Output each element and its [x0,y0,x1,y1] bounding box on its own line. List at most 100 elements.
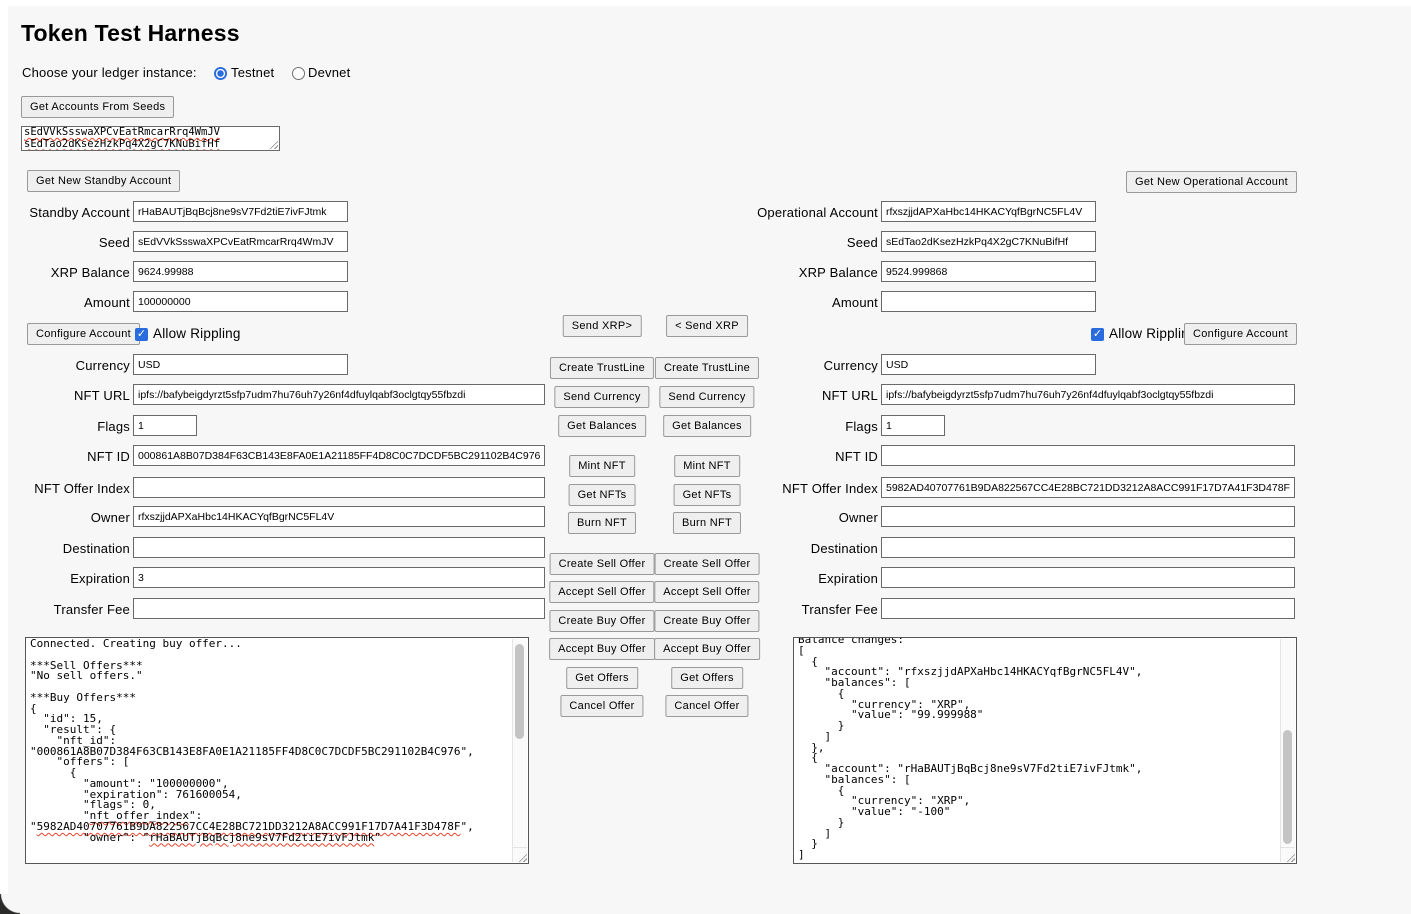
standby-get-balances-button[interactable]: Get Balances [558,415,646,437]
operational-destination-input[interactable] [881,537,1295,558]
operational-accept-buy-offer-button[interactable]: Accept Buy Offer [654,638,760,660]
standby-seed-label: Seed [0,235,130,250]
standby-xrp-balance-input[interactable] [133,261,348,282]
standby-send-currency-button[interactable]: Send Currency [554,386,649,408]
operational-seed-label: Seed [738,235,878,250]
standby-standby-account-input[interactable] [133,201,348,222]
operational-get-offers-button[interactable]: Get Offers [671,667,743,689]
standby-standby-account-label: Standby Account [0,205,130,220]
operational-send-currency-button[interactable]: Send Currency [659,386,754,408]
standby-allow-rippling-label: Allow Rippling [153,326,241,341]
standby-amount-input[interactable] [133,291,348,312]
operational-results-scrollbar[interactable] [1280,639,1295,862]
operational-cancel-offer-button[interactable]: Cancel Offer [665,695,748,717]
radio-devnet-label: Devnet [308,65,350,80]
standby-xrp-balance-label: XRP Balance [0,265,130,280]
get-new-standby-account-button[interactable]: Get New Standby Account [27,170,180,192]
standby-nft-offer-index-label: NFT Offer Index [0,481,130,496]
operational-get-nfts-button[interactable]: Get NFTs [674,484,741,506]
standby-transfer-fee-input[interactable] [133,598,545,619]
operational-xrp-balance-label: XRP Balance [738,265,878,280]
get-accounts-from-seeds-button[interactable]: Get Accounts From Seeds [21,96,174,118]
standby-get-offers-button[interactable]: Get Offers [566,667,638,689]
standby-destination-input[interactable] [133,537,545,558]
operational-allow-rippling-checkbox[interactable] [1091,328,1104,341]
standby-owner-label: Owner [0,510,130,525]
standby-results-text: Connected. Creating buy offer... ***Sell… [26,638,528,844]
window-corner [0,894,20,914]
operational-amount-label: Amount [738,295,878,310]
standby-nft-id-input[interactable] [133,445,545,466]
standby-send-xrp-button[interactable]: Send XRP> [563,315,642,337]
operational-results-box[interactable]: Balance changes: [ { "account": "rfxszjj… [793,637,1297,864]
operational-get-balances-button[interactable]: Get Balances [663,415,751,437]
operational-mint-nft-button[interactable]: Mint NFT [674,455,740,477]
operational-amount-input[interactable] [881,291,1096,312]
operational-flags-input[interactable] [881,415,945,436]
ledger-instance-prompt: Choose your ledger instance: [22,65,197,80]
standby-create-sell-offer-button[interactable]: Create Sell Offer [550,553,655,575]
operational-burn-nft-button[interactable]: Burn NFT [673,512,741,534]
standby-transfer-fee-label: Transfer Fee [0,602,130,617]
standby-seed-input[interactable] [133,231,348,252]
operational-transfer-fee-input[interactable] [881,598,1295,619]
operational-create-buy-offer-button[interactable]: Create Buy Offer [654,610,759,632]
operational-seed-input[interactable] [881,231,1096,252]
operational-owner-label: Owner [738,510,878,525]
standby-amount-label: Amount [0,295,130,310]
standby-create-buy-offer-button[interactable]: Create Buy Offer [549,610,654,632]
standby-flags-input[interactable] [133,415,197,436]
operational-nft-url-input[interactable] [881,384,1295,405]
standby-flags-label: Flags [0,419,130,434]
standby-configure-account-button[interactable]: Configure Account [27,323,140,345]
standby-allow-rippling-checkbox[interactable] [135,328,148,341]
standby-currency-input[interactable] [133,354,348,375]
standby-accept-buy-offer-button[interactable]: Accept Buy Offer [549,638,655,660]
standby-expiration-label: Expiration [0,571,130,586]
standby-mint-nft-button[interactable]: Mint NFT [569,455,635,477]
standby-burn-nft-button[interactable]: Burn NFT [568,512,636,534]
get-new-operational-account-button[interactable]: Get New Operational Account [1126,171,1297,193]
operational-send-xrp-button[interactable]: < Send XRP [666,315,748,337]
standby-nft-id-label: NFT ID [0,449,130,464]
standby-destination-label: Destination [0,541,130,556]
operational-flags-label: Flags [738,419,878,434]
standby-cancel-offer-button[interactable]: Cancel Offer [560,695,643,717]
standby-results-scrollbar-thumb[interactable] [515,644,524,739]
standby-create-trustline-button[interactable]: Create TrustLine [550,357,654,379]
operational-nft-offer-index-input[interactable] [881,477,1295,498]
radio-testnet-label: Testnet [231,65,274,80]
operational-nft-url-label: NFT URL [738,388,878,403]
radio-devnet[interactable] [292,67,305,80]
operational-xrp-balance-input[interactable] [881,261,1096,282]
standby-accept-sell-offer-button[interactable]: Accept Sell Offer [549,581,654,603]
standby-get-nfts-button[interactable]: Get NFTs [569,484,636,506]
operational-create-sell-offer-button[interactable]: Create Sell Offer [655,553,760,575]
standby-nft-url-label: NFT URL [0,388,130,403]
standby-nft-offer-index-input[interactable] [133,477,545,498]
operational-accept-sell-offer-button[interactable]: Accept Sell Offer [654,581,759,603]
operational-create-trustline-button[interactable]: Create TrustLine [655,357,759,379]
operational-operational-account-input[interactable] [881,201,1096,222]
page-title: Token Test Harness [21,20,240,47]
seeds-textarea[interactable]: sEdVVkSsswaXPCvEatRmcarRrq4WmJV sEdTao2d… [21,126,280,151]
radio-testnet[interactable] [214,67,227,80]
operational-results-scrollbar-thumb[interactable] [1283,730,1292,844]
standby-currency-label: Currency [0,358,130,373]
operational-currency-input[interactable] [881,354,1096,375]
operational-nft-id-label: NFT ID [738,449,878,464]
operational-nft-id-input[interactable] [881,445,1295,466]
standby-results-box[interactable]: Connected. Creating buy offer... ***Sell… [25,637,529,864]
operational-results-text: Balance changes: [ { "account": "rfxszjj… [794,637,1296,862]
operational-nft-offer-index-label: NFT Offer Index [738,481,878,496]
standby-owner-input[interactable] [133,506,545,527]
operational-owner-input[interactable] [881,506,1295,527]
operational-configure-account-button[interactable]: Configure Account [1184,323,1297,345]
operational-currency-label: Currency [738,358,878,373]
standby-nft-url-input[interactable] [133,384,545,405]
seeds-text: sEdVVkSsswaXPCvEatRmcarRrq4WmJV sEdTao2d… [22,127,279,150]
standby-results-scrollbar[interactable] [512,639,527,862]
operational-operational-account-label: Operational Account [738,205,878,220]
operational-expiration-input[interactable] [881,567,1295,588]
standby-expiration-input[interactable] [133,567,545,588]
